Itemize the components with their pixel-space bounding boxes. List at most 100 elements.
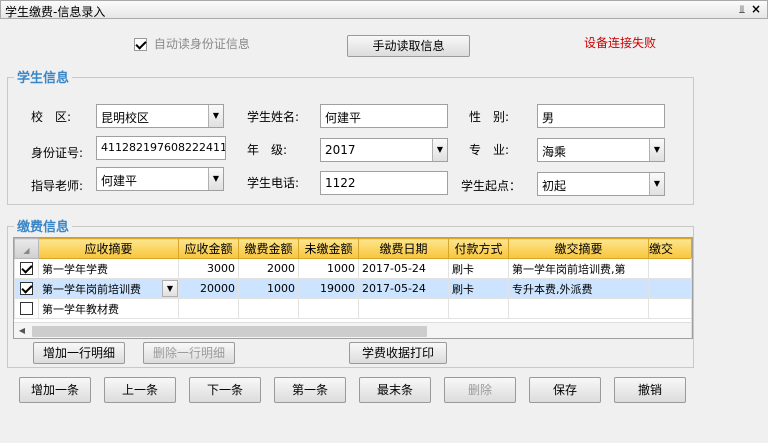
phone-input[interactable]: 1122 [320, 171, 448, 195]
chevron-down-icon[interactable]: ▼ [208, 105, 223, 127]
cell-receivable[interactable]: 3000 [178, 258, 239, 279]
checkbox-icon[interactable] [134, 38, 147, 51]
manual-read-button[interactable]: 手动读取信息 [347, 35, 470, 57]
scroll-left-icon[interactable]: ◀ [14, 323, 30, 338]
delete-record-button[interactable]: 删除 [444, 377, 516, 403]
pin-icon[interactable]: ⫫ [739, 3, 745, 17]
chevron-down-icon[interactable]: ▼ [208, 168, 223, 190]
cell-note[interactable]: 专升本费,外派费 [508, 278, 649, 299]
horizontal-scrollbar[interactable]: ◀ [14, 322, 691, 338]
teacher-value: 何建平 [101, 174, 138, 188]
cell-note[interactable] [508, 298, 649, 319]
chevron-down-icon[interactable]: ▼ [649, 139, 664, 161]
cell-extra[interactable] [648, 278, 692, 299]
auto-read-label: 自动读身份证信息 [153, 37, 250, 51]
id-input[interactable]: 411282197608222411 [96, 136, 226, 160]
col-header[interactable]: 应收金额 [178, 238, 239, 259]
cell-receivable[interactable] [178, 298, 239, 319]
next-record-button[interactable]: 下一条 [189, 377, 261, 403]
gender-input[interactable]: 男 [537, 104, 665, 128]
campus-combo[interactable]: 昆明校区 ▼ [96, 104, 224, 128]
col-header[interactable]: 缴交摘要 [508, 238, 649, 259]
col-header[interactable]: 缴费日期 [358, 238, 449, 259]
cell-date[interactable]: 2017-05-24 [358, 258, 449, 279]
auto-read-checkbox[interactable]: 自动读身份证信息 [134, 35, 250, 52]
horizontal-scroll-thumb[interactable] [32, 326, 427, 337]
grade-label: 年 级: [247, 143, 288, 157]
cell-note[interactable]: 第一学年岗前培训费,第 [508, 258, 649, 279]
grid-corner: ◢ [14, 238, 39, 259]
add-row-button[interactable]: 增加一行明细 [33, 342, 125, 364]
first-record-button[interactable]: 第一条 [274, 377, 346, 403]
vertical-scrollbar[interactable]: ▲ ▼ [691, 258, 693, 338]
payment-grid: ◢ 应收摘要 应收金额 缴费金额 未缴金额 缴费日期 付款方式 缴交摘要 缴交 … [13, 237, 693, 339]
name-label: 学生姓名: [247, 110, 300, 124]
col-header[interactable]: 未缴金额 [298, 238, 359, 259]
window-titlebar: 学生缴费-信息录入 ⫫ × [0, 0, 768, 19]
checkbox-icon[interactable] [20, 302, 33, 316]
prev-record-button[interactable]: 上一条 [104, 377, 176, 403]
cancel-button[interactable]: 撤销 [614, 377, 686, 403]
student-info-title: 学生信息 [14, 67, 73, 86]
cell-summary-text: 第一学年岗前培训费 [42, 282, 141, 296]
print-receipt-button[interactable]: 学费收据打印 [349, 342, 447, 364]
major-value: 海乘 [542, 145, 567, 159]
cell-summary[interactable]: 第一学年教材费 [38, 298, 179, 319]
id-label: 身份证号: [31, 146, 84, 160]
col-header[interactable]: 缴费金额 [238, 238, 299, 259]
checkbox-icon[interactable] [20, 282, 33, 296]
last-record-button[interactable]: 最末条 [359, 377, 431, 403]
campus-label: 校 区: [31, 110, 72, 124]
save-button[interactable]: 保存 [529, 377, 601, 403]
cell-method[interactable]: 刷卡 [448, 258, 509, 279]
chevron-down-icon[interactable]: ▼ [432, 139, 447, 161]
cell-method[interactable]: 刷卡 [448, 278, 509, 299]
cell-paid[interactable] [238, 298, 299, 319]
checkbox-icon[interactable] [20, 262, 33, 276]
grade-combo[interactable]: 2017 ▼ [320, 138, 448, 162]
name-input[interactable]: 何建平 [320, 104, 448, 128]
start-combo[interactable]: 初起 ▼ [537, 172, 665, 196]
campus-value: 昆明校区 [101, 111, 150, 125]
major-combo[interactable]: 海乘 ▼ [537, 138, 665, 162]
cell-receivable[interactable]: 20000 [178, 278, 239, 299]
teacher-label: 指导老师: [31, 179, 84, 193]
scroll-up-icon[interactable]: ▲ [692, 258, 693, 274]
cell-paid[interactable]: 1000 [238, 278, 299, 299]
add-record-button[interactable]: 增加一条 [19, 377, 91, 403]
grade-value: 2017 [325, 143, 356, 157]
payment-info-title: 缴费信息 [14, 216, 73, 235]
cell-summary[interactable]: 第一学年学费 [38, 258, 179, 279]
delete-row-button[interactable]: 删除一行明细 [143, 342, 235, 364]
close-icon[interactable]: × [751, 2, 761, 16]
col-header[interactable]: 付款方式 [448, 238, 509, 259]
chevron-down-icon[interactable]: ▼ [649, 173, 664, 195]
major-label: 专 业: [469, 143, 510, 157]
start-label: 学生起点： [461, 179, 522, 193]
window-title: 学生缴费-信息录入 [5, 5, 106, 19]
cell-summary[interactable]: 第一学年岗前培训费 ▼ [38, 278, 179, 299]
col-header[interactable]: 应收摘要 [38, 238, 179, 259]
cell-unpaid[interactable]: 19000 [298, 278, 359, 299]
cell-date[interactable]: 2017-05-24 [358, 278, 449, 299]
row-checkbox[interactable] [14, 298, 39, 319]
device-status: 设备连接失败 [584, 36, 657, 50]
phone-label: 学生电话: [247, 176, 300, 190]
cell-date[interactable] [358, 298, 449, 319]
table-row[interactable]: 第一学年教材费 [14, 298, 692, 319]
cell-unpaid[interactable]: 1000 [298, 258, 359, 279]
cell-extra[interactable] [648, 258, 692, 279]
scroll-down-icon[interactable]: ▼ [692, 304, 693, 320]
cell-unpaid[interactable] [298, 298, 359, 319]
col-header[interactable]: 缴交 [648, 238, 692, 259]
cell-paid[interactable]: 2000 [238, 258, 299, 279]
table-row[interactable]: 第一学年岗前培训费 ▼ 20000 1000 19000 2017-05-24 刷… [14, 278, 692, 299]
teacher-combo[interactable]: 何建平 ▼ [96, 167, 224, 191]
cell-method[interactable] [448, 298, 509, 319]
table-row[interactable]: 第一学年学费 3000 2000 1000 2017-05-24 刷卡 第一学年… [14, 258, 692, 279]
chevron-down-icon[interactable]: ▼ [162, 280, 178, 297]
cell-extra[interactable] [648, 298, 692, 319]
gender-label: 性 别: [469, 110, 510, 124]
row-checkbox[interactable] [14, 278, 39, 299]
row-checkbox[interactable] [14, 258, 39, 279]
